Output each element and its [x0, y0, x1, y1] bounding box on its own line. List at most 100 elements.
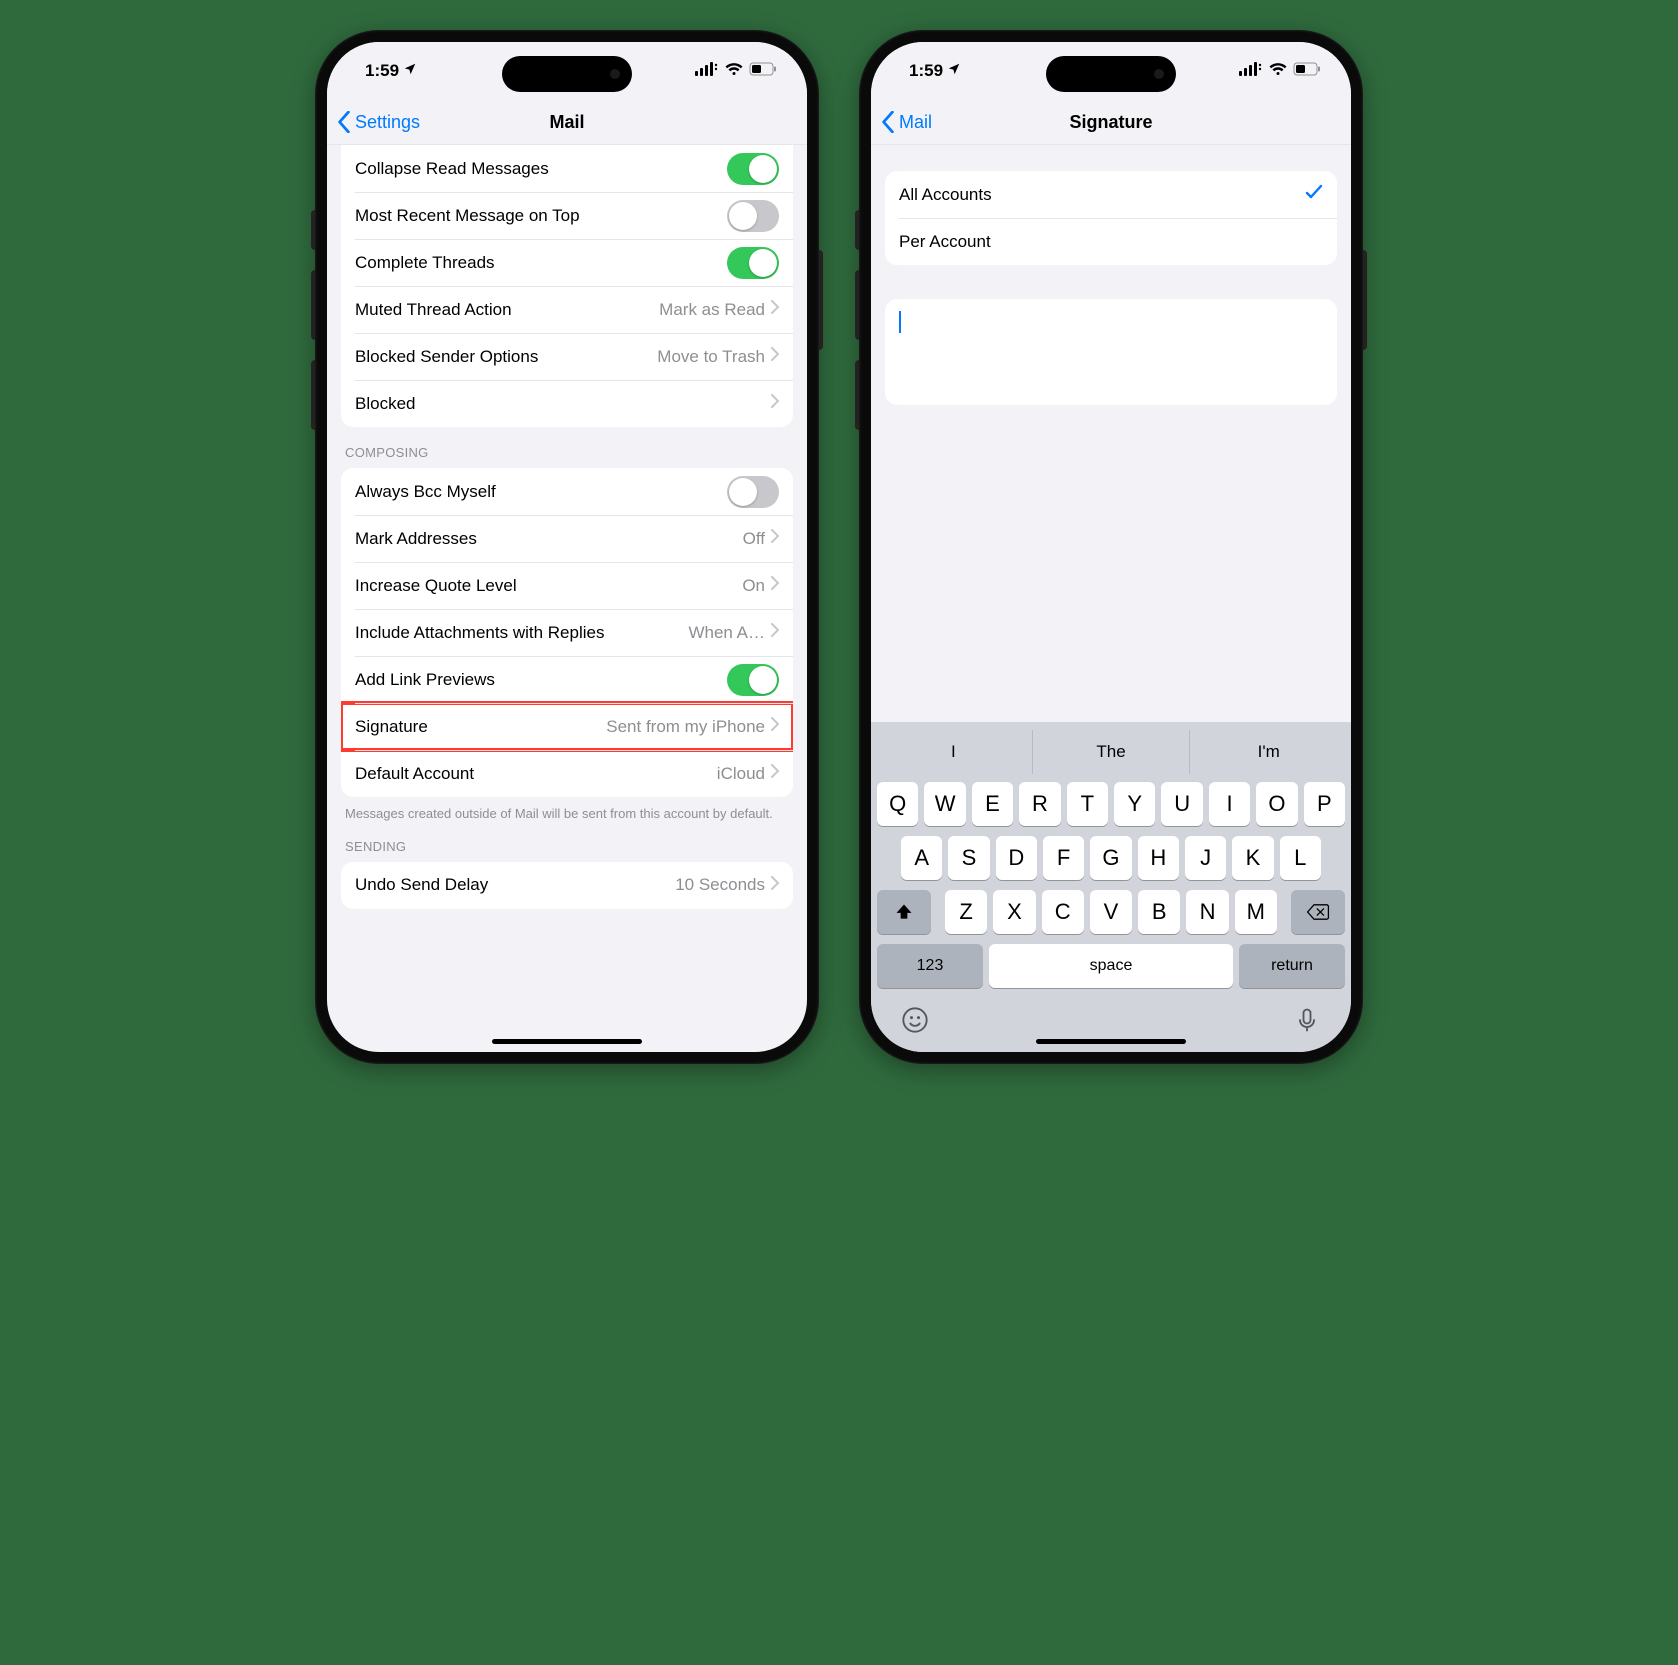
- row-increase-quote-level[interactable]: Increase Quote LevelOn: [341, 562, 793, 609]
- threading-group: Collapse Read Messages Most Recent Messag…: [341, 145, 793, 427]
- key-n[interactable]: N: [1186, 890, 1228, 934]
- row-value: When A…: [688, 623, 765, 643]
- row-include-attachments-with-replies[interactable]: Include Attachments with RepliesWhen A…: [341, 609, 793, 656]
- row-value: Off: [743, 529, 765, 549]
- page-title: Mail: [549, 112, 584, 133]
- chevron-right-icon: [771, 529, 779, 548]
- key-j[interactable]: J: [1185, 836, 1226, 880]
- location-icon: [403, 61, 417, 81]
- suggestion-the[interactable]: The: [1032, 730, 1190, 774]
- suggestion-i-m[interactable]: I'm: [1189, 730, 1347, 774]
- checkmark-icon: [1305, 183, 1323, 206]
- row-label: Blocked Sender Options: [355, 347, 657, 367]
- cellular-icon: [1239, 61, 1263, 81]
- row-default-account[interactable]: Default AccountiCloud: [341, 750, 793, 797]
- location-icon: [947, 61, 961, 81]
- row-value: iCloud: [717, 764, 765, 784]
- row-label: Signature: [355, 717, 606, 737]
- key-i[interactable]: I: [1209, 782, 1250, 826]
- chevron-right-icon: [771, 347, 779, 366]
- backspace-key[interactable]: [1291, 890, 1345, 934]
- toggle-most-recent-message-on-top[interactable]: [727, 200, 779, 232]
- row-undo-send-delay[interactable]: Undo Send Delay10 Seconds: [341, 862, 793, 909]
- key-e[interactable]: E: [972, 782, 1013, 826]
- key-p[interactable]: P: [1304, 782, 1345, 826]
- dynamic-island: [1046, 56, 1176, 92]
- back-button[interactable]: Mail: [881, 100, 932, 144]
- key-x[interactable]: X: [993, 890, 1035, 934]
- toggle-always-bcc-myself[interactable]: [727, 476, 779, 508]
- key-w[interactable]: W: [924, 782, 965, 826]
- key-b[interactable]: B: [1138, 890, 1180, 934]
- chevron-right-icon: [771, 394, 779, 413]
- toggle-complete-threads[interactable]: [727, 247, 779, 279]
- phone-left: 1:59 Settings M: [315, 30, 819, 1064]
- row-label: Always Bcc Myself: [355, 482, 727, 502]
- key-r[interactable]: R: [1019, 782, 1060, 826]
- key-f[interactable]: F: [1043, 836, 1084, 880]
- chevron-right-icon: [771, 764, 779, 783]
- shift-key[interactable]: [877, 890, 931, 934]
- dictation-key[interactable]: [1293, 1006, 1321, 1039]
- composing-group: Always Bcc MyselfMark AddressesOffIncrea…: [341, 468, 793, 797]
- row-label: Increase Quote Level: [355, 576, 742, 596]
- back-label: Mail: [899, 112, 932, 133]
- row-label: All Accounts: [899, 185, 1305, 205]
- text-caret: [899, 311, 901, 333]
- row-muted-thread-action[interactable]: Muted Thread ActionMark as Read: [341, 286, 793, 333]
- key-c[interactable]: C: [1042, 890, 1084, 934]
- return-key[interactable]: return: [1239, 944, 1345, 988]
- key-s[interactable]: S: [948, 836, 989, 880]
- dynamic-island: [502, 56, 632, 92]
- option-all-accounts[interactable]: All Accounts: [885, 171, 1337, 218]
- key-t[interactable]: T: [1067, 782, 1108, 826]
- row-label: Per Account: [899, 232, 1323, 252]
- row-label: Complete Threads: [355, 253, 727, 273]
- row-label: Add Link Previews: [355, 670, 727, 690]
- row-collapse-read-messages[interactable]: Collapse Read Messages: [341, 145, 793, 192]
- row-label: Most Recent Message on Top: [355, 206, 727, 226]
- row-value: Mark as Read: [659, 300, 765, 320]
- row-complete-threads[interactable]: Complete Threads: [341, 239, 793, 286]
- suggestion-i[interactable]: I: [875, 730, 1032, 774]
- key-q[interactable]: Q: [877, 782, 918, 826]
- row-always-bcc-myself[interactable]: Always Bcc Myself: [341, 468, 793, 515]
- row-value: On: [742, 576, 765, 596]
- row-value: 10 Seconds: [675, 875, 765, 895]
- wifi-icon: [725, 61, 743, 81]
- row-signature[interactable]: SignatureSent from my iPhone: [341, 703, 793, 750]
- key-k[interactable]: K: [1232, 836, 1273, 880]
- numeric-key[interactable]: 123: [877, 944, 983, 988]
- suggestion-bar: ITheI'm: [875, 730, 1347, 774]
- emoji-key[interactable]: [901, 1006, 929, 1039]
- row-blocked[interactable]: Blocked: [341, 380, 793, 427]
- row-blocked-sender-options[interactable]: Blocked Sender OptionsMove to Trash: [341, 333, 793, 380]
- key-v[interactable]: V: [1090, 890, 1132, 934]
- space-key[interactable]: space: [989, 944, 1233, 988]
- row-label: Include Attachments with Replies: [355, 623, 688, 643]
- sending-header: SENDING: [327, 829, 807, 862]
- chevron-right-icon: [771, 623, 779, 642]
- key-l[interactable]: L: [1280, 836, 1321, 880]
- key-g[interactable]: G: [1090, 836, 1131, 880]
- key-h[interactable]: H: [1138, 836, 1179, 880]
- toggle-add-link-previews[interactable]: [727, 664, 779, 696]
- key-d[interactable]: D: [996, 836, 1037, 880]
- key-m[interactable]: M: [1235, 890, 1277, 934]
- row-most-recent-message-on-top[interactable]: Most Recent Message on Top: [341, 192, 793, 239]
- keyboard: ITheI'm QWERTYUIOP ASDFGHJKL ZXCVBNM 123…: [871, 722, 1351, 1052]
- key-a[interactable]: A: [901, 836, 942, 880]
- row-mark-addresses[interactable]: Mark AddressesOff: [341, 515, 793, 562]
- back-button[interactable]: Settings: [337, 100, 420, 144]
- toggle-collapse-read-messages[interactable]: [727, 153, 779, 185]
- key-o[interactable]: O: [1256, 782, 1297, 826]
- option-per-account[interactable]: Per Account: [885, 218, 1337, 265]
- signature-textarea[interactable]: [885, 299, 1337, 405]
- key-u[interactable]: U: [1161, 782, 1202, 826]
- row-add-link-previews[interactable]: Add Link Previews: [341, 656, 793, 703]
- home-indicator[interactable]: [1036, 1039, 1186, 1044]
- sending-group: Undo Send Delay10 Seconds: [341, 862, 793, 909]
- home-indicator[interactable]: [492, 1039, 642, 1044]
- key-y[interactable]: Y: [1114, 782, 1155, 826]
- key-z[interactable]: Z: [945, 890, 987, 934]
